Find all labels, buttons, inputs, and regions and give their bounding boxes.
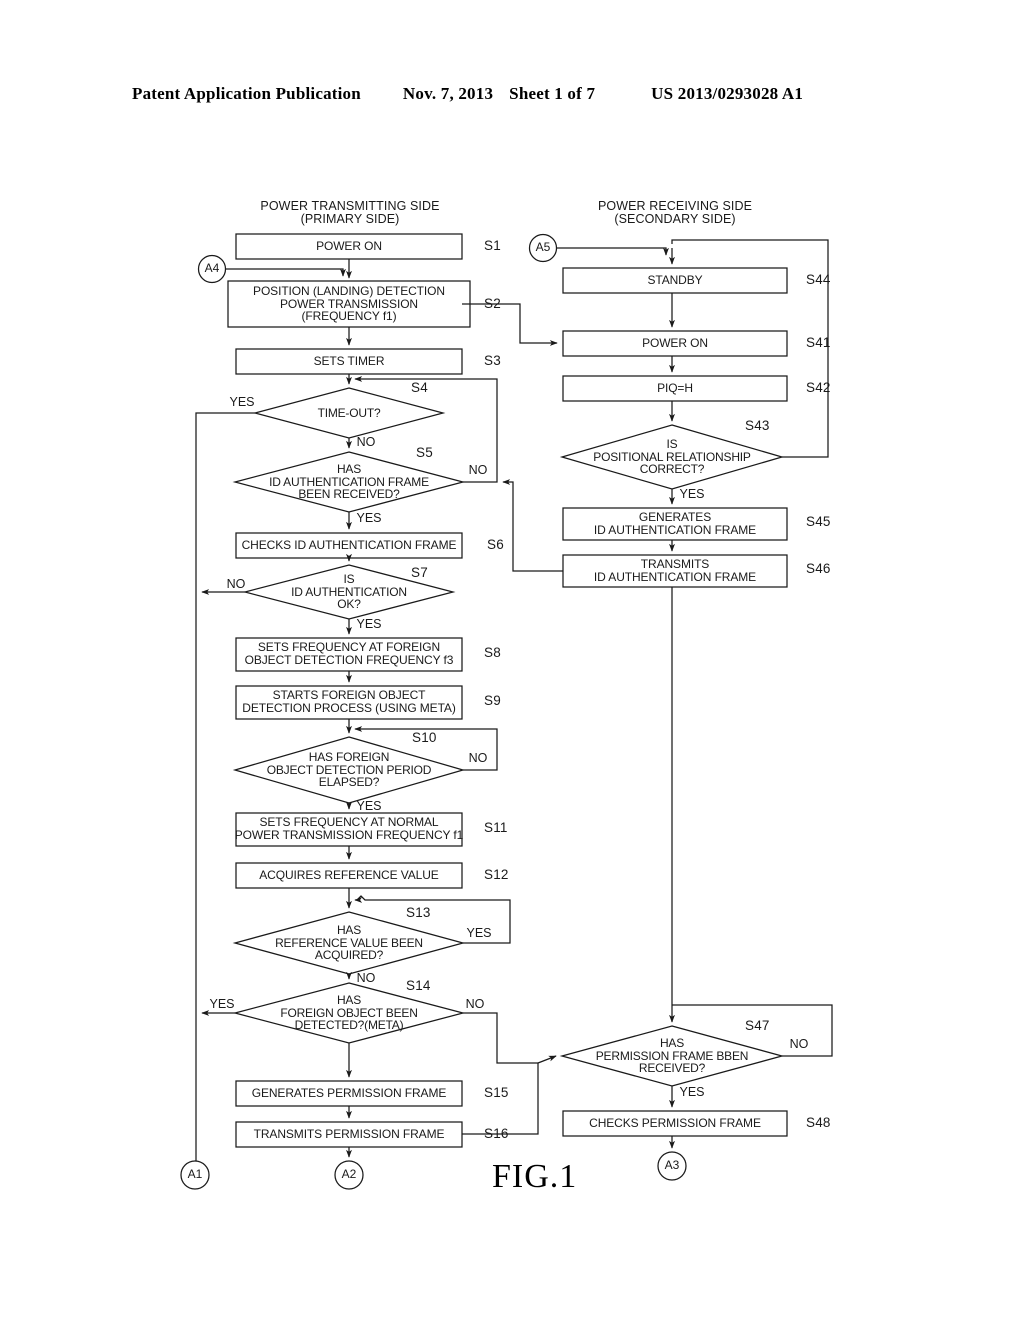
node-S8-text: SETS FREQUENCY AT FOREIGN OBJECT DETECTI… <box>244 640 454 667</box>
node-S14-text: HAS FOREIGN OBJECT BEEN DETECTED?(META) <box>280 993 418 1033</box>
node-S47-text: HAS PERMISSION FRAME BBEN RECEIVED? <box>595 1036 749 1076</box>
step-tag-S43: S43 <box>745 418 770 433</box>
step-tag-S9: S9 <box>484 693 501 708</box>
branch-label-s13-no: NO <box>356 971 376 985</box>
step-tag-S12: S12 <box>484 867 509 882</box>
node-S5-text: HAS ID AUTHENTICATION FRAME BEEN RECEIVE… <box>269 462 429 502</box>
branch-label-s47-no: NO <box>789 1037 809 1051</box>
step-tag-S8: S8 <box>484 645 501 660</box>
step-tag-S15: S15 <box>484 1085 509 1100</box>
node-S1-text: POWER ON <box>316 239 382 253</box>
step-tag-S42: S42 <box>806 380 831 395</box>
node-S13-text: HAS REFERENCE VALUE BEEN ACQUIRED? <box>275 923 423 963</box>
node-S2-text: POSITION (LANDING) DETECTION POWER TRANS… <box>253 284 445 324</box>
connector-A4: A4 <box>204 261 220 275</box>
connector-A3: A3 <box>664 1158 680 1172</box>
step-tag-S10: S10 <box>412 730 437 745</box>
step-tag-S2: S2 <box>484 296 501 311</box>
step-tag-S41: S41 <box>806 335 831 350</box>
step-tag-S45: S45 <box>806 514 831 529</box>
step-tag-S5: S5 <box>416 445 433 460</box>
branch-label-s47-yes: YES <box>679 1085 705 1099</box>
figure-label: FIG.1 <box>492 1158 578 1195</box>
node-S15-text: GENERATES PERMISSION FRAME <box>251 1086 447 1100</box>
branch-label-s7-no: NO <box>226 577 246 591</box>
step-tag-S13: S13 <box>406 905 431 920</box>
node-S16-text: TRANSMITS PERMISSION FRAME <box>253 1127 445 1141</box>
branch-label-s10-yes: YES <box>356 799 382 813</box>
connector-A1: A1 <box>187 1167 203 1181</box>
step-tag-S14: S14 <box>406 978 431 993</box>
branch-label-s5-no: NO <box>468 463 488 477</box>
branch-label-s4-no: NO <box>356 435 376 449</box>
node-S45-text: GENERATES ID AUTHENTICATION FRAME <box>593 510 757 537</box>
node-S4-text: TIME-OUT? <box>317 406 381 420</box>
step-tag-S3: S3 <box>484 353 501 368</box>
branch-label-s5-yes: YES <box>356 511 382 525</box>
flowchart-figure: POWER TRANSMITTING SIDE (PRIMARY SIDE) P… <box>0 0 1024 1320</box>
flowchart-graphics <box>180 233 833 1190</box>
node-S44-text: STANDBY <box>647 273 703 287</box>
node-S3-text: SETS TIMER <box>313 354 385 368</box>
step-tag-S7: S7 <box>411 565 428 580</box>
node-S6-text: CHECKS ID AUTHENTICATION FRAME <box>241 538 457 552</box>
step-tag-S4: S4 <box>411 380 428 395</box>
node-S41-text: POWER ON <box>642 336 708 350</box>
branch-label-s14-yes: YES <box>209 997 235 1011</box>
branch-label-s13-yes: YES <box>466 926 492 940</box>
step-tag-S11: S11 <box>484 820 508 835</box>
node-S9-text: STARTS FOREIGN OBJECT DETECTION PROCESS … <box>242 688 456 715</box>
column-title-secondary: POWER RECEIVING SIDE (SECONDARY SIDE) <box>597 199 753 227</box>
branch-label-s43-yes: YES <box>679 487 705 501</box>
step-tag-S47: S47 <box>745 1018 770 1033</box>
branch-label-s10-no: NO <box>468 751 488 765</box>
step-tag-S1: S1 <box>484 238 501 253</box>
node-S10-text: HAS FOREIGN OBJECT DETECTION PERIOD ELAP… <box>266 750 432 790</box>
branch-label-s14-no: NO <box>465 997 485 1011</box>
step-tag-S46: S46 <box>806 561 831 576</box>
connector-A2: A2 <box>341 1167 357 1181</box>
node-S11-text: SETS FREQUENCY AT NORMAL POWER TRANSMISS… <box>234 815 464 842</box>
step-tag-S44: S44 <box>806 272 831 287</box>
column-title-primary: POWER TRANSMITTING SIDE (PRIMARY SIDE) <box>260 199 440 227</box>
node-S43-text: IS POSITIONAL RELATIONSHIP CORRECT? <box>593 437 751 477</box>
step-tag-S6: S6 <box>487 537 504 552</box>
branch-label-s7-yes: YES <box>356 617 382 631</box>
branch-label-s4-yes: YES <box>229 395 255 409</box>
node-S12-text: ACQUIRES REFERENCE VALUE <box>259 868 439 882</box>
node-S48-text: CHECKS PERMISSION FRAME <box>589 1116 761 1130</box>
node-S42-text: PIQ=H <box>657 381 693 395</box>
connector-A5: A5 <box>535 240 551 254</box>
node-S46-text: TRANSMITS ID AUTHENTICATION FRAME <box>593 557 757 584</box>
step-tag-S48: S48 <box>806 1115 831 1130</box>
step-tag-S16: S16 <box>484 1126 509 1141</box>
